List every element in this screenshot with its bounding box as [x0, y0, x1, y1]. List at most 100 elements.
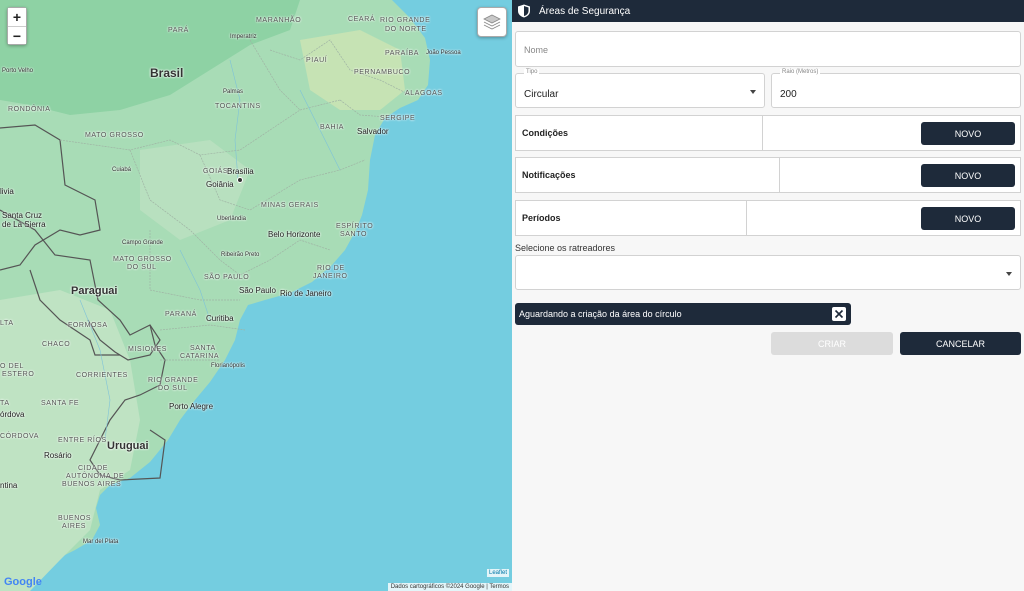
map-label-sao-paulo: São Paulo	[239, 286, 276, 295]
name-placeholder: Nome	[524, 45, 549, 55]
map-label-formosa: FORMOSA	[68, 322, 108, 329]
map-label-caba-1: CIDADE	[78, 465, 109, 472]
map-view[interactable]: PARÁ MARANHÃO CEARÁ RIO GRANDE DO NORTE …	[0, 0, 512, 591]
map-attribution: Dados cartográficos ©2024 Google | Termo…	[387, 583, 512, 591]
leaflet-link[interactable]: Leaflet	[486, 569, 509, 577]
map-label-goiania: Goiânia	[206, 180, 234, 189]
map-label-rj-2: JANEIRO	[313, 273, 348, 280]
map-label-porto-velho: Porto Velho	[2, 68, 34, 74]
map-label-ba-1: BUENOS	[58, 515, 92, 522]
safety-areas-panel: Áreas de Segurança Nome Tipo Circular Ra…	[512, 0, 1024, 591]
radius-label: Raio (Metros)	[780, 69, 821, 75]
shield-icon	[518, 4, 530, 18]
map-label-brasilia: Brasília	[227, 167, 254, 176]
map-label-ribeirao-preto: Ribeirão Preto	[221, 252, 260, 258]
map-label-mar-del-plata: Mar del Plata	[83, 539, 119, 545]
map-label-ceara: CEARÁ	[348, 16, 376, 23]
map-label-corrientes: CORRIENTES	[76, 372, 128, 379]
panel-header: Áreas de Segurança	[512, 0, 1024, 22]
type-select[interactable]: Tipo Circular	[515, 69, 765, 108]
zoom-control: + −	[7, 7, 27, 45]
panel-title: Áreas de Segurança	[539, 5, 631, 17]
map-label-misiones: MISIONES	[128, 346, 168, 353]
map-label-ms-2: DO SUL	[127, 264, 157, 271]
map-label-cordova-state: CÓRDOVA	[0, 433, 40, 440]
map-label-salvador: Salvador	[357, 127, 389, 136]
new-notification-button[interactable]: NOVO	[921, 164, 1015, 187]
map-label-porto-alegre: Porto Alegre	[169, 402, 214, 411]
periods-label: Períodos	[522, 213, 561, 223]
new-condition-button[interactable]: NOVO	[921, 122, 1015, 145]
map-label-tocantins: TOCANTINS	[215, 103, 261, 110]
map-label-lta: LTA	[0, 320, 14, 327]
type-label: Tipo	[524, 69, 540, 75]
conditions-label: Condições	[522, 128, 569, 138]
map-label-cordova-city: órdova	[0, 410, 25, 419]
attribution-text: Dados cartográficos ©2024 Google	[390, 584, 485, 590]
map-label-parana: PARANÁ	[165, 311, 197, 318]
chevron-down-icon	[750, 90, 756, 94]
map-label-rj-1: RIO DE	[317, 265, 345, 272]
close-icon	[834, 309, 844, 319]
map-label-ta: TA	[0, 400, 10, 407]
map-label-uruguai: Uruguai	[107, 440, 149, 452]
trackers-select[interactable]	[515, 255, 1021, 290]
cancel-button[interactable]: CANCELAR	[900, 332, 1021, 355]
map-label-brasil: Brasil	[150, 66, 184, 80]
map-label-rosario: Rosário	[44, 451, 72, 460]
map-label-ms-1: MATO GROSSO	[113, 256, 172, 263]
map-label-paraiba: PARAÍBA	[385, 50, 420, 57]
map-label-sc-1: SANTA	[190, 345, 216, 352]
chevron-down-icon	[1006, 272, 1012, 276]
map-label-santa-cruz-2: de La Sierra	[2, 220, 46, 229]
map-label-belo-horizonte: Belo Horizonte	[268, 230, 321, 239]
periods-divider	[746, 201, 747, 235]
layers-icon	[483, 14, 501, 30]
map-label-campo-grande: Campo Grande	[122, 240, 164, 246]
map-label-livia: livia	[0, 187, 14, 196]
create-button[interactable]: CRIAR	[771, 332, 893, 355]
map-label-rgn-1: RIO GRANDE	[380, 17, 431, 24]
toast-message: Aguardando a criação da área do círculo	[519, 309, 682, 319]
map-label-maranhao: MARANHÃO	[256, 17, 302, 24]
notifications-label: Notificações	[522, 170, 576, 180]
map-label-goias: GOIÁS	[203, 168, 229, 175]
map-label-entre-rios: ENTRE RÍOS	[58, 437, 107, 444]
map-label-piaui: PIAUÍ	[306, 57, 328, 64]
map-label-palmas: Palmas	[223, 89, 244, 95]
new-period-button[interactable]: NOVO	[921, 207, 1015, 230]
radius-value: 200	[780, 89, 797, 100]
radius-input[interactable]: Raio (Metros) 200	[771, 69, 1021, 108]
map-label-joao-pessoa: João Pessoa	[426, 50, 461, 56]
map-label-cuiaba: Cuiabá	[112, 167, 132, 173]
map-label-paraguai: Paraguai	[71, 285, 118, 297]
map-label-rio-de-janeiro: Rio de Janeiro	[280, 289, 332, 298]
toast-close-button[interactable]	[832, 307, 846, 321]
map-label-es-1: ESPÍRITO	[336, 223, 374, 230]
map-label-rgn-2: DO NORTE	[385, 26, 427, 33]
map-label-santa-fe: SANTA FE	[41, 400, 80, 407]
layers-button[interactable]	[477, 7, 507, 37]
map-label-sc-2: CATARINA	[180, 353, 220, 360]
zoom-in-button[interactable]: +	[8, 8, 26, 26]
map-label-florianopolis: Florianópolis	[211, 363, 246, 369]
name-input[interactable]: Nome	[515, 31, 1021, 67]
map-label-alagoas: ALAGOAS	[405, 90, 443, 97]
map-label-del-estero-2: ESTERO	[2, 371, 35, 378]
notifications-divider	[779, 158, 780, 192]
terms-link[interactable]: Termos	[489, 584, 509, 590]
map-label-mato-grosso: MATO GROSSO	[85, 132, 144, 139]
map-label-para: PARÁ	[168, 27, 189, 34]
map-label-chaco: CHACO	[42, 341, 71, 348]
google-logo-text: Google	[4, 576, 42, 588]
notifications-row: Notificações NOVO	[515, 157, 1021, 193]
map-label-es-2: SANTO	[340, 231, 367, 238]
google-logo: Google	[4, 576, 42, 588]
periods-row: Períodos NOVO	[515, 200, 1021, 236]
map-label-rondonia: RONDÔNIA	[8, 106, 51, 113]
map-label-santa-cruz-1: Santa Cruz	[2, 211, 43, 220]
map-label-ntina: ntina	[0, 481, 18, 490]
map-label-uberlandia: Uberlândia	[217, 216, 247, 222]
conditions-divider	[762, 116, 763, 150]
zoom-out-button[interactable]: −	[8, 26, 26, 44]
